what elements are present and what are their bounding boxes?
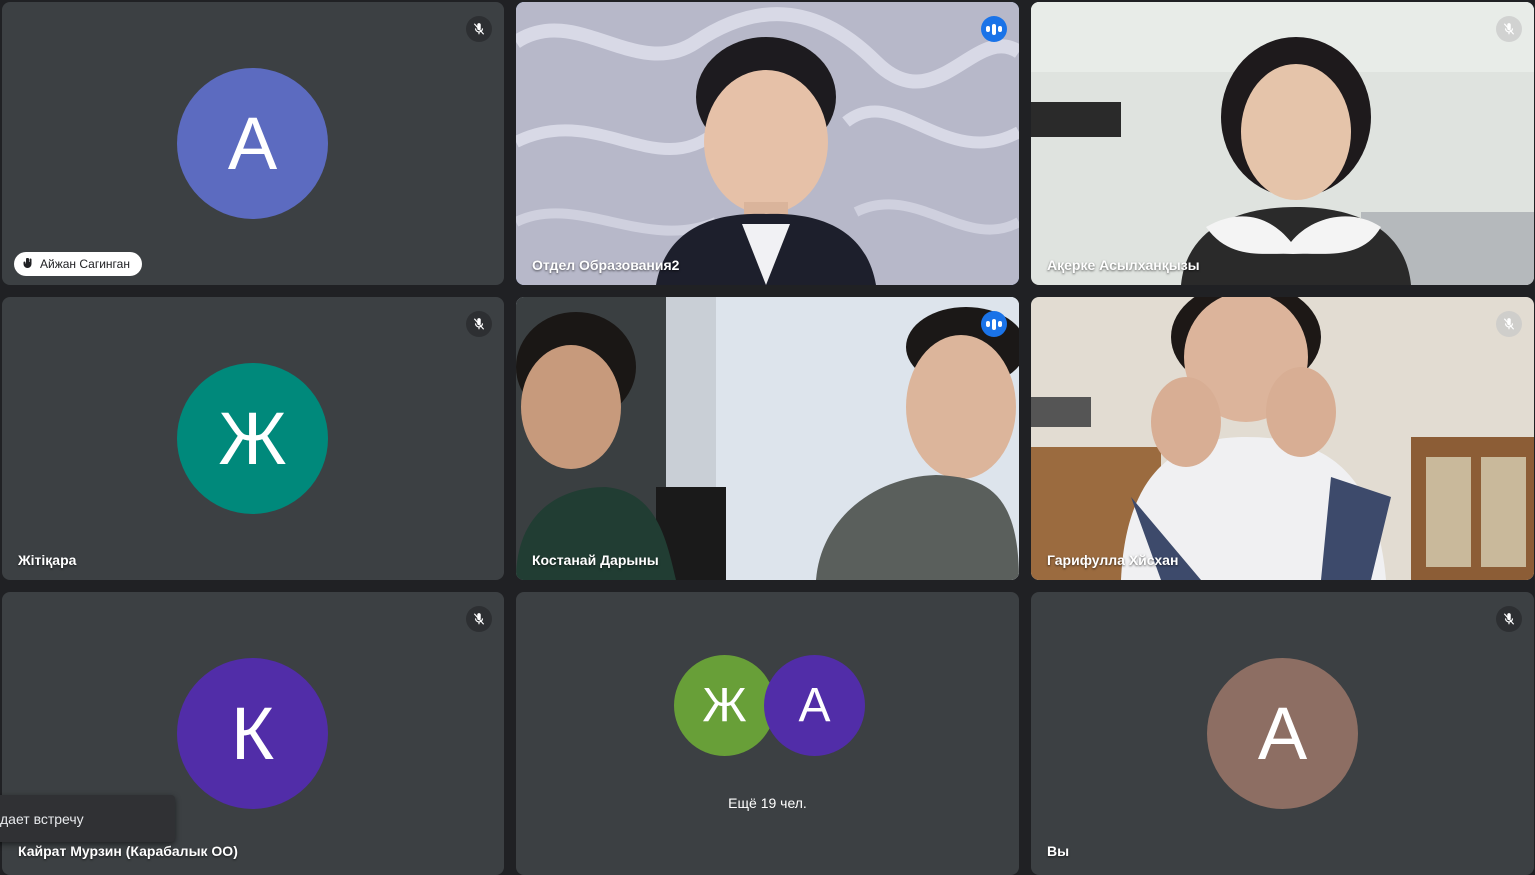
more-participants-count: Ещё 19 чел. — [728, 795, 807, 811]
video-feed — [516, 297, 1019, 580]
participant-name: Ақерке Асылханқызы — [1047, 257, 1200, 273]
video-feed — [1031, 297, 1534, 580]
participant-name: Кайрат Мурзин (Карабалык ОО) — [18, 843, 238, 859]
participant-tile-1[interactable]: А Айжан Сагинган — [2, 2, 504, 285]
avatar: А — [177, 68, 328, 219]
video-feed — [516, 2, 1019, 285]
mic-off-icon — [466, 311, 492, 337]
participant-name: Костанай Дарыны — [532, 552, 659, 568]
participant-tile-5[interactable]: Костанай Дарыны — [516, 297, 1019, 580]
hand-raised-icon — [22, 257, 34, 272]
speaking-indicator-icon — [981, 16, 1007, 42]
mic-off-icon — [466, 16, 492, 42]
speaking-indicator-icon — [981, 311, 1007, 337]
participant-name-text: Айжан Сагинган — [40, 257, 130, 271]
notification-toast: дает встречу — [0, 795, 175, 842]
participant-name: Айжан Сагинган — [14, 252, 142, 276]
avatar: А — [1207, 658, 1358, 809]
avatar: Ж — [674, 655, 775, 756]
self-tile[interactable]: А Вы — [1031, 592, 1534, 875]
participant-name: Отдел Образования2 — [532, 257, 680, 273]
meeting-grid: А Айжан Сагинган Отдел Образования2 Ақер… — [0, 0, 1535, 875]
more-participants-tile[interactable]: Ж А Ещё 19 чел. — [516, 592, 1019, 875]
participant-tile-2[interactable]: Отдел Образования2 — [516, 2, 1019, 285]
participant-tile-3[interactable]: Ақерке Асылханқызы — [1031, 2, 1534, 285]
avatar: А — [764, 655, 865, 756]
participant-name: Гарифулла Хйсхан — [1047, 552, 1179, 568]
avatar: Ж — [177, 363, 328, 514]
participant-tile-4[interactable]: Ж Жітіқара — [2, 297, 504, 580]
participant-name: Жітіқара — [18, 552, 77, 568]
participant-tile-6[interactable]: Гарифулла Хйсхан — [1031, 297, 1534, 580]
mic-off-icon — [1496, 16, 1522, 42]
notification-text: дает встречу — [0, 810, 84, 827]
mic-off-icon — [1496, 606, 1522, 632]
avatar: К — [177, 658, 328, 809]
mic-off-icon — [466, 606, 492, 632]
video-feed — [1031, 2, 1534, 285]
participant-name: Вы — [1047, 843, 1070, 859]
mic-off-icon — [1496, 311, 1522, 337]
